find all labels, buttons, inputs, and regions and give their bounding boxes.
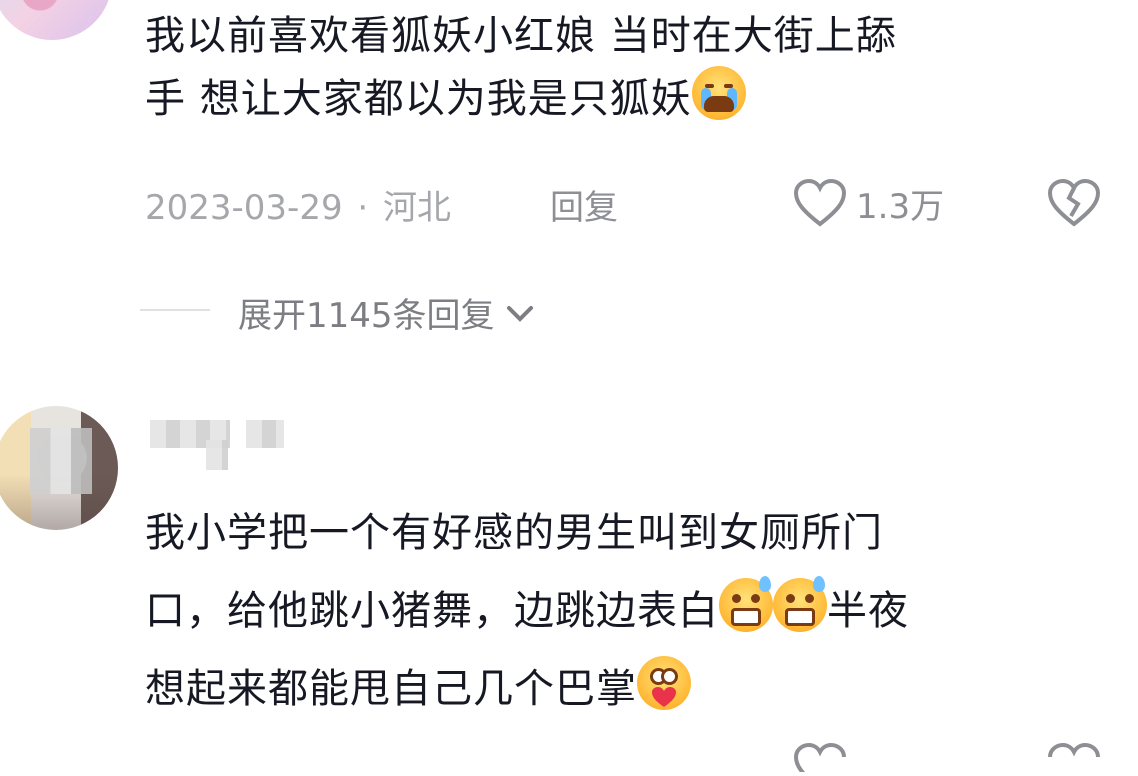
reply-button[interactable]: 回复 bbox=[550, 180, 618, 229]
grimacing-sweat-icon bbox=[773, 576, 827, 632]
comment-line-text: 手 想让大家都以为我是只狐妖 bbox=[145, 76, 692, 122]
expand-replies-button[interactable]: 展开1145条回复 bbox=[238, 288, 537, 337]
dislike-button[interactable] bbox=[1046, 742, 1102, 776]
heart-icon bbox=[793, 742, 846, 776]
comment-line-text: 想起来都能甩自己几个巴掌 bbox=[145, 666, 637, 712]
avatar[interactable] bbox=[0, 0, 112, 40]
broken-heart-icon bbox=[1047, 178, 1101, 227]
like-button[interactable] bbox=[792, 742, 848, 776]
comment-date: 2023-03-29 bbox=[145, 188, 343, 228]
username-blurred bbox=[246, 420, 284, 448]
comment-location: 河北 bbox=[383, 188, 452, 228]
comment-text: 我小学把一个有好感的男生叫到女厕所门 口，给他跳小猪舞，边跳边表白 半夜 想起来都… bbox=[145, 494, 1135, 728]
crying-face-icon bbox=[691, 66, 746, 120]
chevron-down-icon bbox=[506, 305, 533, 322]
like-button[interactable]: 1.3万 bbox=[792, 178, 944, 228]
username-blurred bbox=[206, 440, 228, 470]
comment-line: 口，给他跳小猪舞，边跳边表白 半夜 bbox=[145, 572, 1135, 650]
expand-replies-label: 展开1145条回复 bbox=[238, 296, 495, 336]
dislike-button[interactable] bbox=[1046, 178, 1102, 232]
divider-line bbox=[140, 309, 210, 311]
comment-line-text: 口，给他跳小猪舞，边跳边表白 bbox=[145, 588, 719, 634]
comment-meta: 2023-03-29 · 河北 bbox=[145, 180, 451, 229]
avatar[interactable] bbox=[0, 406, 118, 530]
broken-heart-icon bbox=[1048, 742, 1100, 758]
like-count: 1.3万 bbox=[856, 186, 945, 227]
comment-text: 我以前喜欢看狐妖小红娘 当时在大街上舔 手 想让大家都以为我是只狐妖 bbox=[145, 6, 1135, 129]
meta-separator: · bbox=[357, 188, 369, 228]
grimacing-sweat-icon bbox=[719, 576, 773, 632]
heart-icon bbox=[793, 178, 847, 227]
comment-line: 手 想让大家都以为我是只狐妖 bbox=[145, 66, 1135, 129]
comment-line: 想起来都能甩自己几个巴掌 bbox=[145, 650, 1135, 728]
comment-line: 我小学把一个有好感的男生叫到女厕所门 bbox=[145, 510, 883, 556]
comment-line-text: 半夜 bbox=[827, 588, 909, 634]
comment-line: 我以前喜欢看狐妖小红娘 当时在大街上舔 bbox=[145, 13, 897, 59]
face-holding-heart-icon bbox=[637, 656, 691, 710]
